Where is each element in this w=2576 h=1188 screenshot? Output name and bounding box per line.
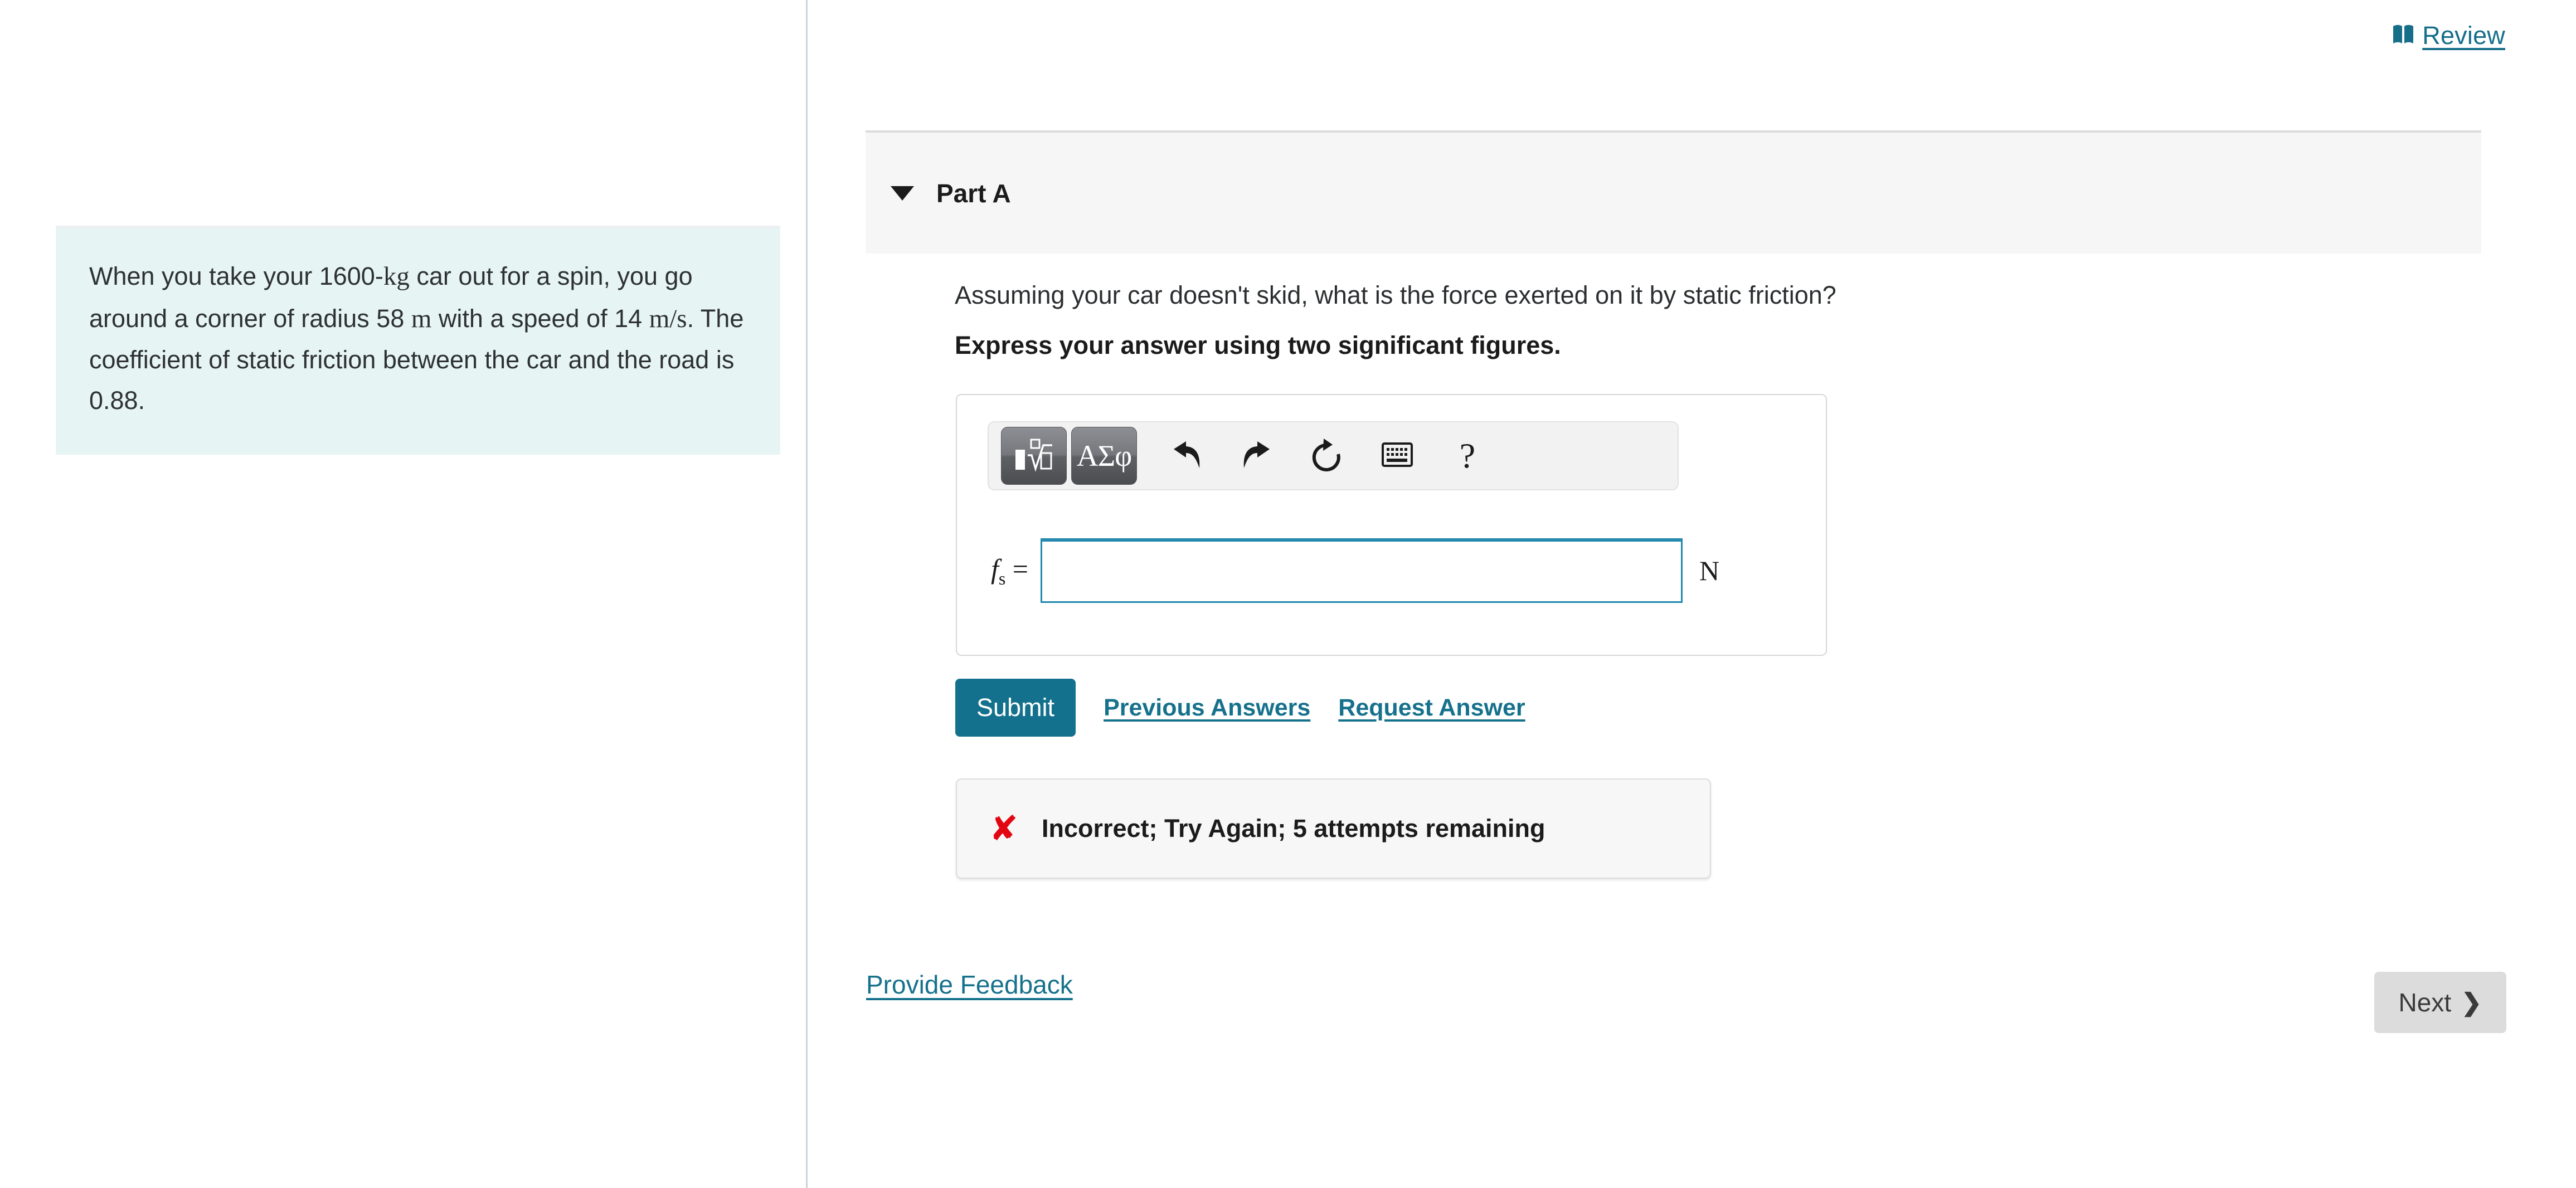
next-button[interactable]: Next ❯ <box>2374 972 2506 1033</box>
problem-text-part1: When you take your 1600- <box>89 262 383 290</box>
answer-variable-label: fs = <box>957 553 1041 589</box>
undo-icon <box>1169 438 1204 474</box>
answer-input[interactable] <box>1041 538 1683 603</box>
redo-button[interactable] <box>1224 427 1290 485</box>
x-mark-icon: ✘ <box>989 808 1018 849</box>
review-link[interactable]: Review <box>2392 21 2505 50</box>
unit-meters-per-second: m/s <box>649 304 687 334</box>
answer-equals: = <box>1005 553 1028 585</box>
help-button[interactable]: ? <box>1435 427 1500 485</box>
part-a-panel: Part A <box>866 130 2481 254</box>
math-toolbar: ΑΣφ ? <box>988 421 1679 490</box>
math-template-icon <box>1014 437 1053 475</box>
submit-button[interactable]: Submit <box>955 679 1076 737</box>
provide-feedback-link[interactable]: Provide Feedback <box>866 970 1073 1000</box>
next-button-label: Next <box>2398 988 2452 1017</box>
answer-input-row: fs = N <box>957 529 1826 612</box>
previous-answers-link[interactable]: Previous Answers <box>1104 694 1310 722</box>
submit-row: Submit Previous Answers Request Answer <box>955 679 1525 737</box>
request-answer-link[interactable]: Request Answer <box>1338 694 1525 722</box>
question-mark-icon: ? <box>1459 436 1476 475</box>
redo-icon <box>1240 438 1274 474</box>
answer-unit-label: N <box>1699 555 1720 586</box>
question-prompt: Assuming your car doesn't skid, what is … <box>955 281 1836 309</box>
keyboard-icon <box>1382 441 1413 471</box>
review-label: Review <box>2422 21 2505 50</box>
question-body: Assuming your car doesn't skid, what is … <box>955 279 2487 360</box>
problem-statement-card: When you take your 1600-kg car out for a… <box>56 226 780 455</box>
status-banner: ✘ Incorrect; Try Again; 5 attempts remai… <box>956 778 1711 879</box>
chevron-right-icon: ❯ <box>2461 989 2482 1016</box>
undo-button[interactable] <box>1154 427 1219 485</box>
part-a-header[interactable]: Part A <box>866 130 2481 254</box>
unit-kilogram: kg <box>383 262 410 291</box>
reset-icon <box>1310 437 1344 475</box>
keyboard-button[interactable] <box>1364 427 1430 485</box>
question-pane: Review Part A Assuming your car doesn't … <box>808 0 2576 1188</box>
question-instruction: Express your answer using two significan… <box>955 330 1561 359</box>
part-a-title: Part A <box>936 178 1011 208</box>
problem-text-part3: with a speed of 14 <box>431 304 649 333</box>
answer-card: ΑΣφ ? fs = N <box>956 394 1827 656</box>
exercise-page: When you take your 1600-kg car out for a… <box>0 0 2576 1188</box>
unit-meter: m <box>411 304 432 334</box>
chevron-down-icon[interactable] <box>891 186 914 201</box>
answer-subscript: s <box>998 568 1006 588</box>
problem-pane: When you take your 1600-kg car out for a… <box>0 0 806 1188</box>
reset-button[interactable] <box>1294 427 1360 485</box>
answer-variable: f <box>990 553 999 585</box>
status-message: Incorrect; Try Again; 5 attempts remaini… <box>1041 814 1545 843</box>
problem-statement-text: When you take your 1600-kg car out for a… <box>89 255 747 421</box>
book-icon <box>2392 24 2414 48</box>
math-template-button[interactable] <box>1001 427 1067 485</box>
greek-letters-button[interactable]: ΑΣφ <box>1071 427 1137 485</box>
greek-letters-label: ΑΣφ <box>1076 439 1133 473</box>
